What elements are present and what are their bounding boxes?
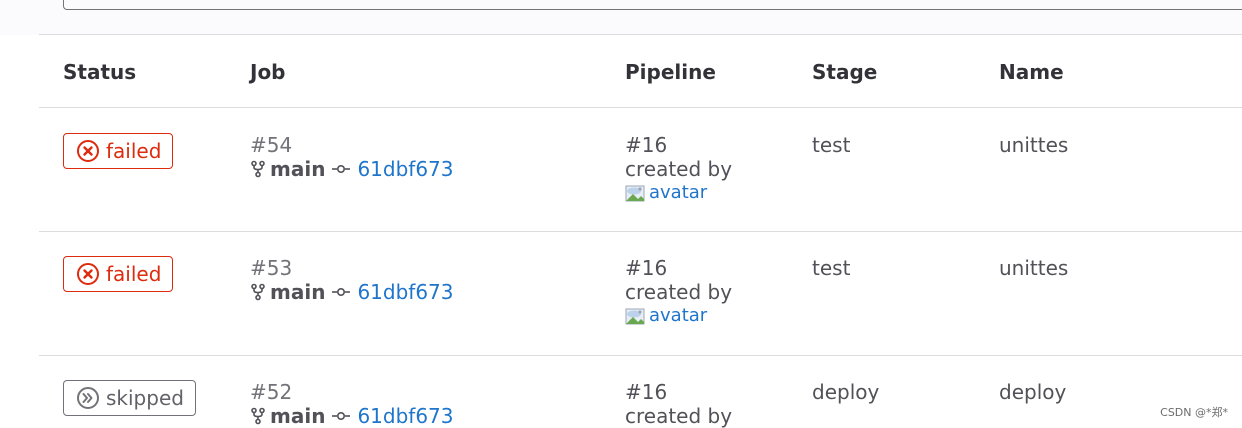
pipeline-created-by: created by [625, 404, 733, 428]
job-cell: #52 main 61dbf673 [250, 380, 454, 428]
status-failed-icon [77, 140, 99, 162]
status-failed-icon [77, 263, 99, 285]
user-avatar-link[interactable]: avatar [625, 304, 732, 328]
status-label: failed [106, 139, 162, 163]
commit-sha-link[interactable]: 61dbf673 [357, 280, 453, 304]
broken-image-icon [625, 308, 645, 325]
header-status: Status [63, 60, 137, 84]
job-ref: main 61dbf673 [250, 157, 454, 181]
pipeline-created-by: created by [625, 157, 733, 181]
pipeline-created-by: created by [625, 280, 733, 304]
job-ref: main 61dbf673 [250, 404, 454, 428]
user-avatar-link[interactable]: avatar [625, 181, 732, 205]
filter-search-box[interactable] [63, 0, 1242, 10]
job-name-cell: deploy [999, 380, 1067, 404]
branch-icon [251, 407, 265, 425]
commit-icon [332, 411, 351, 421]
header-divider [39, 107, 1242, 108]
pipeline-id-link[interactable]: #16 [625, 256, 732, 280]
stage-cell: test [812, 256, 851, 280]
header-name: Name [999, 60, 1064, 84]
header-pipeline: Pipeline [625, 60, 716, 84]
avatar-alt-text[interactable]: avatar [649, 181, 707, 205]
commit-icon [332, 287, 351, 297]
stage-cell: test [812, 133, 851, 157]
status-skipped-icon [77, 387, 99, 409]
job-ref: main 61dbf673 [250, 280, 454, 304]
watermark: CSDN @*郑* [1160, 406, 1228, 419]
status-label: failed [106, 262, 162, 286]
job-id-link[interactable]: #54 [250, 133, 454, 157]
header-stage: Stage [812, 60, 878, 84]
branch-name[interactable]: main [270, 157, 325, 181]
commit-sha-link[interactable]: 61dbf673 [357, 157, 453, 181]
pipeline-cell: #16 created by avatar [625, 256, 732, 328]
job-id-link[interactable]: #52 [250, 380, 454, 404]
job-name-cell: unittes [999, 256, 1069, 280]
status-badge-skipped[interactable]: skipped [63, 380, 196, 416]
status-badge-failed[interactable]: failed [63, 133, 174, 169]
pipeline-id-link[interactable]: #16 [625, 380, 732, 404]
branch-icon [251, 160, 265, 178]
broken-image-icon [625, 185, 645, 202]
job-cell: #54 main 61dbf673 [250, 133, 454, 181]
stage-cell: deploy [812, 380, 880, 404]
pipeline-id-link[interactable]: #16 [625, 133, 732, 157]
pipeline-cell: #16 created by [625, 380, 732, 428]
divider [39, 34, 1242, 35]
row-divider [39, 231, 1242, 232]
commit-sha-link[interactable]: 61dbf673 [357, 404, 453, 428]
status-label: skipped [106, 386, 184, 410]
header-job: Job [250, 60, 286, 84]
avatar-alt-text[interactable]: avatar [649, 304, 707, 328]
commit-icon [332, 164, 351, 174]
branch-name[interactable]: main [270, 404, 325, 428]
job-cell: #53 main 61dbf673 [250, 256, 454, 304]
row-divider [39, 355, 1242, 356]
branch-icon [251, 283, 265, 301]
job-id-link[interactable]: #53 [250, 256, 454, 280]
branch-name[interactable]: main [270, 280, 325, 304]
status-badge-failed[interactable]: failed [63, 256, 174, 292]
job-name-cell: unittes [999, 133, 1069, 157]
pipeline-cell: #16 created by avatar [625, 133, 732, 205]
